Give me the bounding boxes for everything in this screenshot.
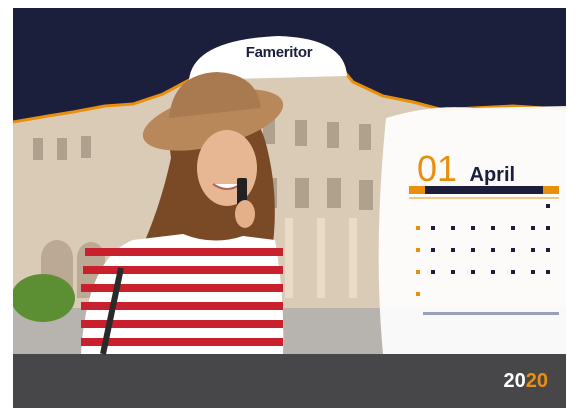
woman-face bbox=[197, 130, 257, 206]
footer-year-first: 20 bbox=[503, 370, 526, 392]
calendar-day: 01 bbox=[417, 148, 458, 189]
brand-title: Fameritor bbox=[245, 44, 313, 61]
footer-bar: 2020 bbox=[13, 354, 566, 408]
woman-hand bbox=[235, 200, 255, 228]
calendar-month: April bbox=[469, 164, 516, 186]
calendar-header: 01 April bbox=[417, 151, 515, 187]
calendar-frame: Fameritor 01 April 2020 bbox=[13, 8, 566, 408]
photo-scene bbox=[13, 8, 566, 408]
calendar-notes bbox=[423, 312, 559, 315]
tree bbox=[13, 274, 75, 322]
calendar-page: Fameritor 01 April 2020 bbox=[0, 0, 577, 412]
brand-badge: Fameritor bbox=[209, 44, 349, 63]
weekday-strip-end bbox=[543, 186, 559, 194]
footer-tagline: 2020 bbox=[504, 370, 549, 393]
footer-year-second: 20 bbox=[525, 370, 548, 392]
